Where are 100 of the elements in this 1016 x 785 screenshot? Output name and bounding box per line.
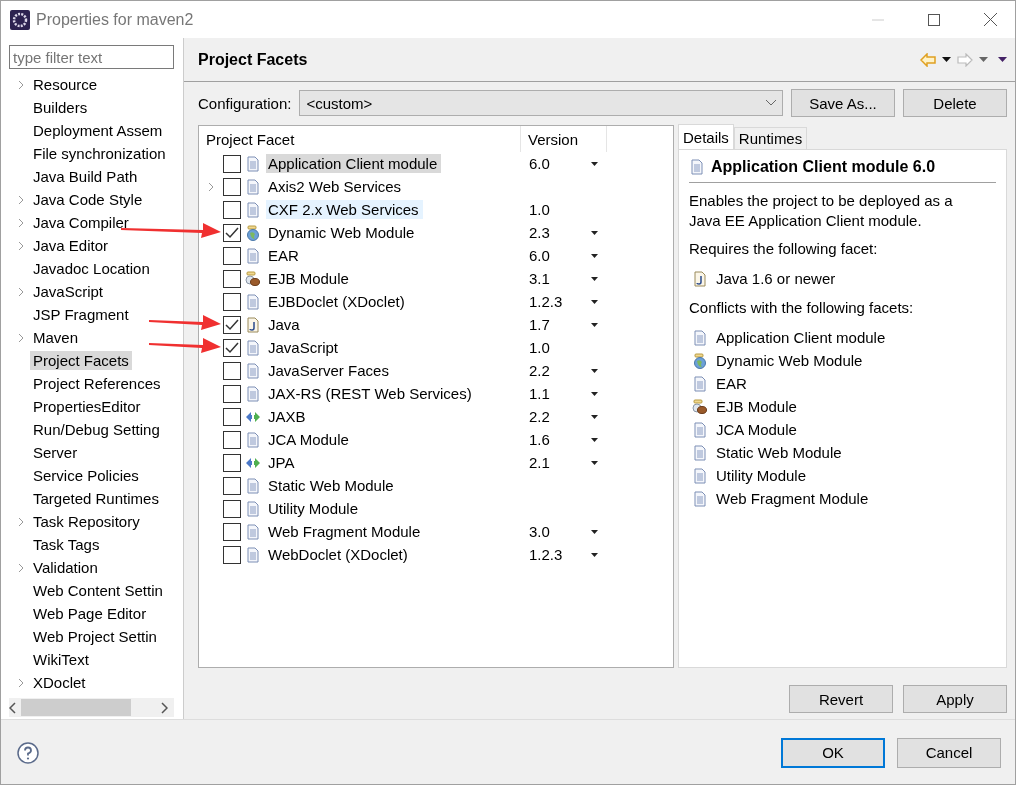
tree-item[interactable]: Server: [30, 443, 81, 462]
configuration-dropdown[interactable]: <custom>: [299, 90, 783, 116]
tree-item[interactable]: Web Page Editor: [30, 604, 150, 623]
help-icon[interactable]: [17, 741, 39, 764]
version-cell[interactable]: 3.0: [526, 523, 591, 540]
facet-name[interactable]: JavaScript: [266, 338, 343, 357]
action-button[interactable]: Revert: [789, 685, 893, 713]
column-header[interactable]: Project Facet: [199, 130, 520, 148]
version-cell[interactable]: 2.2: [526, 408, 591, 425]
checkbox[interactable]: [223, 200, 241, 219]
expand-icon[interactable]: [18, 79, 24, 90]
tree-item[interactable]: Project References: [30, 374, 164, 393]
checkbox[interactable]: [223, 453, 241, 472]
dropdown-icon[interactable]: [942, 57, 951, 62]
version-cell[interactable]: 2.1: [526, 454, 591, 471]
action-button[interactable]: Apply: [903, 685, 1007, 713]
dropdown-icon[interactable]: [591, 161, 598, 166]
tree-item[interactable]: Builders: [30, 98, 91, 117]
expand-icon[interactable]: [18, 516, 24, 527]
version-cell[interactable]: 2.3: [526, 224, 591, 241]
version-cell[interactable]: 1.0: [526, 201, 591, 218]
facet-name[interactable]: EAR: [266, 246, 303, 265]
facet-name[interactable]: Axis2 Web Services: [266, 177, 406, 196]
tree-item[interactable]: JSP Fragment: [30, 305, 132, 324]
expand-icon[interactable]: [18, 562, 24, 573]
facet-name[interactable]: JAX-RS (REST Web Services): [266, 384, 476, 403]
dropdown-icon[interactable]: [591, 322, 598, 327]
version-cell[interactable]: 6.0: [526, 247, 591, 264]
dropdown-icon[interactable]: [591, 276, 598, 281]
version-cell[interactable]: 1.6: [526, 431, 591, 448]
version-cell[interactable]: 1.7: [526, 316, 591, 333]
expand-icon[interactable]: [18, 194, 24, 205]
horizontal-scrollbar[interactable]: [9, 698, 174, 717]
facet-name[interactable]: WebDoclet (XDoclet): [266, 545, 412, 564]
tree-item[interactable]: Targeted Runtimes: [30, 489, 162, 508]
facet-name[interactable]: EJBDoclet (XDoclet): [266, 292, 409, 311]
dropdown-icon[interactable]: [591, 552, 598, 557]
tree-item[interactable]: Java Editor: [30, 236, 112, 255]
checkbox[interactable]: [223, 177, 241, 196]
expand-icon[interactable]: [18, 677, 24, 688]
version-cell[interactable]: 1.0: [526, 339, 591, 356]
tree-item[interactable]: File synchronization: [30, 144, 169, 163]
facet-name[interactable]: JAXB: [266, 407, 310, 426]
tree-item[interactable]: Validation: [30, 558, 101, 577]
checkbox[interactable]: [223, 338, 241, 357]
tree-item[interactable]: Resource: [30, 75, 101, 94]
facet-name[interactable]: Dynamic Web Module: [266, 223, 419, 242]
dropdown-icon[interactable]: [591, 529, 598, 534]
version-cell[interactable]: 1.2.3: [526, 293, 591, 310]
tree-item[interactable]: Java Build Path: [30, 167, 141, 186]
checkbox[interactable]: [223, 154, 241, 173]
facet-name[interactable]: Java: [266, 315, 304, 334]
facet-name[interactable]: JPA: [266, 453, 299, 472]
facet-name[interactable]: EJB Module: [266, 269, 353, 288]
tab[interactable]: Runtimes: [733, 127, 808, 149]
tab[interactable]: Details: [678, 124, 734, 149]
checkbox[interactable]: [223, 246, 241, 265]
checkbox[interactable]: [223, 499, 241, 518]
filter-field[interactable]: type filter text: [9, 45, 174, 69]
tree-item[interactable]: Java Code Style: [30, 190, 146, 209]
tree-item[interactable]: PropertiesEditor: [30, 397, 144, 416]
checkbox[interactable]: [223, 315, 241, 334]
checkbox[interactable]: [223, 522, 241, 541]
checkbox[interactable]: [223, 292, 241, 311]
dropdown-icon[interactable]: [591, 437, 598, 442]
action-button[interactable]: Save As...: [791, 89, 895, 117]
dropdown-icon[interactable]: [591, 460, 598, 465]
version-cell[interactable]: 3.1: [526, 270, 591, 287]
facet-name[interactable]: Web Fragment Module: [266, 522, 425, 541]
version-cell[interactable]: 6.0: [526, 155, 591, 172]
view-menu-icon[interactable]: [998, 57, 1007, 62]
checkbox[interactable]: [223, 269, 241, 288]
tree-item[interactable]: XDoclet: [30, 673, 89, 692]
tree-item[interactable]: Run/Debug Setting: [30, 420, 163, 439]
checkbox[interactable]: [223, 407, 241, 426]
dialog-button[interactable]: Cancel: [897, 737, 1001, 768]
column-header[interactable]: Version: [520, 126, 607, 152]
dialog-button[interactable]: OK: [781, 737, 885, 768]
tree-item[interactable]: WikiText: [30, 650, 92, 669]
tree-item[interactable]: Task Repository: [30, 512, 143, 531]
expand-icon[interactable]: [18, 217, 24, 228]
tree-item[interactable]: Web Content Settin: [30, 581, 166, 600]
scroll-left-icon[interactable]: [9, 701, 17, 714]
dropdown-icon[interactable]: [591, 368, 598, 373]
expand-icon[interactable]: [18, 240, 24, 251]
checkbox[interactable]: [223, 545, 241, 564]
checkbox[interactable]: [223, 361, 241, 380]
checkbox[interactable]: [223, 384, 241, 403]
checkbox[interactable]: [223, 476, 241, 495]
tree-item[interactable]: Project Facets: [30, 351, 132, 370]
expand-icon[interactable]: [18, 286, 24, 297]
tree-item[interactable]: Javadoc Location: [30, 259, 153, 278]
checkbox[interactable]: [223, 430, 241, 449]
dropdown-icon[interactable]: [591, 391, 598, 396]
scroll-right-icon[interactable]: [160, 701, 168, 714]
facet-name[interactable]: JCA Module: [266, 430, 353, 449]
tree-item[interactable]: Web Project Settin: [30, 627, 160, 646]
facet-name[interactable]: JavaServer Faces: [266, 361, 393, 380]
dropdown-icon[interactable]: [591, 299, 598, 304]
dropdown-icon[interactable]: [591, 230, 598, 235]
